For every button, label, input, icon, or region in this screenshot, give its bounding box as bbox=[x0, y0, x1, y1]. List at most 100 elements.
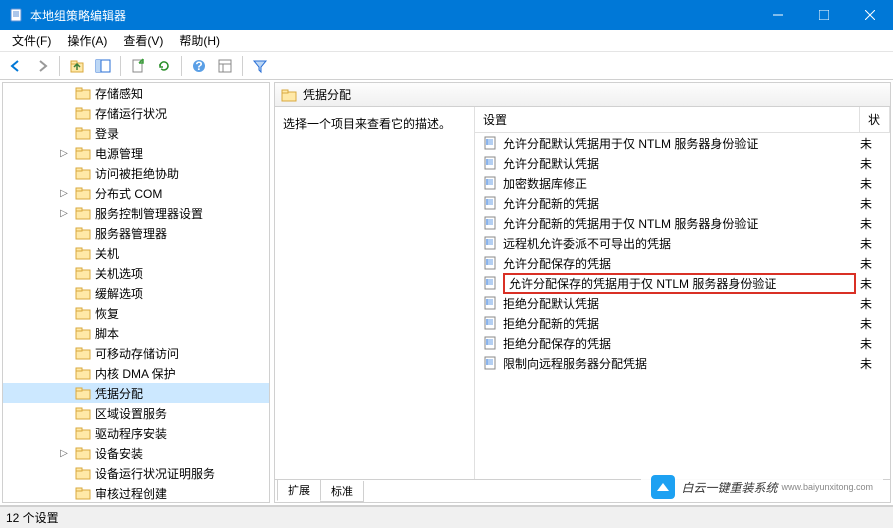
expander-icon[interactable] bbox=[57, 306, 71, 320]
expander-icon[interactable] bbox=[57, 466, 71, 480]
tree-item-label: 可移动存储访问 bbox=[95, 345, 179, 362]
list-header[interactable]: 设置 状 bbox=[475, 107, 890, 133]
expander-icon[interactable] bbox=[57, 266, 71, 280]
tree-item[interactable]: 设备运行状况证明服务 bbox=[3, 463, 269, 483]
expander-icon[interactable] bbox=[57, 426, 71, 440]
tree-item[interactable]: ▷服务控制管理器设置 bbox=[3, 203, 269, 223]
list-row[interactable]: 允许分配新的凭据未 bbox=[475, 193, 890, 213]
setting-name: 限制向远程服务器分配凭据 bbox=[503, 355, 860, 372]
expander-icon[interactable] bbox=[57, 86, 71, 100]
menu-action[interactable]: 操作(A) bbox=[59, 30, 115, 51]
setting-state: 未 bbox=[860, 155, 890, 172]
tree-item[interactable]: 凭据分配 bbox=[3, 383, 269, 403]
expander-icon[interactable] bbox=[57, 346, 71, 360]
tree-item[interactable]: 审核过程创建 bbox=[3, 483, 269, 503]
minimize-button[interactable] bbox=[755, 0, 801, 30]
folder-icon bbox=[75, 365, 91, 381]
status-text: 12 个设置 bbox=[6, 509, 59, 526]
expander-icon[interactable]: ▷ bbox=[57, 206, 71, 220]
expander-icon[interactable] bbox=[57, 386, 71, 400]
tree-item[interactable]: 关机 bbox=[3, 243, 269, 263]
expander-icon[interactable] bbox=[57, 226, 71, 240]
list-row[interactable]: 允许分配新的凭据用于仅 NTLM 服务器身份验证未 bbox=[475, 213, 890, 233]
tree-item[interactable]: 访问被拒绝协助 bbox=[3, 163, 269, 183]
list-row[interactable]: 远程机允许委派不可导出的凭据未 bbox=[475, 233, 890, 253]
back-button[interactable] bbox=[4, 54, 28, 78]
tree-item[interactable]: ▷电源管理 bbox=[3, 143, 269, 163]
tree-item[interactable]: 存储运行状况 bbox=[3, 103, 269, 123]
list-row[interactable]: 允许分配默认凭据未 bbox=[475, 153, 890, 173]
tree-item[interactable]: 驱动程序安装 bbox=[3, 423, 269, 443]
close-button[interactable] bbox=[847, 0, 893, 30]
column-setting[interactable]: 设置 bbox=[475, 107, 860, 132]
tree-pane[interactable]: 存储感知存储运行状况登录▷电源管理访问被拒绝协助▷分布式 COM▷服务控制管理器… bbox=[2, 82, 270, 503]
setting-name: 拒绝分配默认凭据 bbox=[503, 295, 860, 312]
tree-item[interactable]: 服务器管理器 bbox=[3, 223, 269, 243]
tree-item[interactable]: 内核 DMA 保护 bbox=[3, 363, 269, 383]
setting-name: 拒绝分配保存的凭据 bbox=[503, 335, 860, 352]
tree-item[interactable]: ▷分布式 COM bbox=[3, 183, 269, 203]
expander-icon[interactable]: ▷ bbox=[57, 446, 71, 460]
filter-button[interactable] bbox=[248, 54, 272, 78]
folder-icon bbox=[75, 345, 91, 361]
up-button[interactable] bbox=[65, 54, 89, 78]
menu-help[interactable]: 帮助(H) bbox=[171, 30, 228, 51]
expander-icon[interactable] bbox=[57, 326, 71, 340]
properties-button[interactable] bbox=[213, 54, 237, 78]
tree-item[interactable]: ▷设备安装 bbox=[3, 443, 269, 463]
list-row[interactable]: 拒绝分配保存的凭据未 bbox=[475, 333, 890, 353]
help-button[interactable]: ? bbox=[187, 54, 211, 78]
list-row[interactable]: 允许分配保存的凭据未 bbox=[475, 253, 890, 273]
toolbar-separator bbox=[120, 56, 121, 76]
tree-item[interactable]: 可移动存储访问 bbox=[3, 343, 269, 363]
expander-icon[interactable] bbox=[57, 106, 71, 120]
expander-icon[interactable] bbox=[57, 126, 71, 140]
expander-icon[interactable]: ▷ bbox=[57, 146, 71, 160]
list-row[interactable]: 允许分配默认凭据用于仅 NTLM 服务器身份验证未 bbox=[475, 133, 890, 153]
list-row[interactable]: 加密数据库修正未 bbox=[475, 173, 890, 193]
list-row[interactable]: 拒绝分配默认凭据未 bbox=[475, 293, 890, 313]
list-row[interactable]: 拒绝分配新的凭据未 bbox=[475, 313, 890, 333]
folder-icon bbox=[75, 145, 91, 161]
tree-item[interactable]: 恢复 bbox=[3, 303, 269, 323]
tree-item[interactable]: 关机选项 bbox=[3, 263, 269, 283]
expander-icon[interactable] bbox=[57, 286, 71, 300]
expander-icon[interactable] bbox=[57, 406, 71, 420]
refresh-button[interactable] bbox=[152, 54, 176, 78]
setting-name: 允许分配新的凭据用于仅 NTLM 服务器身份验证 bbox=[503, 215, 860, 232]
tree-item[interactable]: 缓解选项 bbox=[3, 283, 269, 303]
expander-icon[interactable] bbox=[57, 486, 71, 500]
export-button[interactable] bbox=[126, 54, 150, 78]
expander-icon[interactable]: ▷ bbox=[57, 186, 71, 200]
tree-item[interactable]: 脚本 bbox=[3, 323, 269, 343]
tree-item-label: 关机选项 bbox=[95, 265, 143, 282]
folder-icon bbox=[75, 305, 91, 321]
expander-icon[interactable] bbox=[57, 366, 71, 380]
setting-state: 未 bbox=[860, 135, 890, 152]
maximize-button[interactable] bbox=[801, 0, 847, 30]
policy-icon bbox=[483, 156, 497, 170]
show-hide-tree-button[interactable] bbox=[91, 54, 115, 78]
folder-icon bbox=[75, 205, 91, 221]
list-row[interactable]: 允许分配保存的凭据用于仅 NTLM 服务器身份验证未 bbox=[475, 273, 890, 293]
toolbar: ? bbox=[0, 52, 893, 80]
menu-view[interactable]: 查看(V) bbox=[115, 30, 171, 51]
tree-item-label: 恢复 bbox=[95, 305, 119, 322]
description-text: 选择一个项目来查看它的描述。 bbox=[283, 115, 466, 132]
setting-state: 未 bbox=[860, 235, 890, 252]
tab-extended[interactable]: 扩展 bbox=[277, 480, 321, 501]
tree-item[interactable]: 登录 bbox=[3, 123, 269, 143]
list-rows: 允许分配默认凭据用于仅 NTLM 服务器身份验证未允许分配默认凭据未加密数据库修… bbox=[475, 133, 890, 479]
list-row[interactable]: 限制向远程服务器分配凭据未 bbox=[475, 353, 890, 373]
column-state[interactable]: 状 bbox=[860, 107, 890, 132]
expander-icon[interactable] bbox=[57, 166, 71, 180]
tab-standard[interactable]: 标准 bbox=[320, 481, 364, 502]
forward-button[interactable] bbox=[30, 54, 54, 78]
tree-item-label: 内核 DMA 保护 bbox=[95, 365, 176, 382]
menu-file[interactable]: 文件(F) bbox=[4, 30, 59, 51]
tree-item[interactable]: 区域设置服务 bbox=[3, 403, 269, 423]
details-title: 凭据分配 bbox=[303, 86, 351, 103]
tree-item[interactable]: 存储感知 bbox=[3, 83, 269, 103]
details-pane: 凭据分配 选择一个项目来查看它的描述。 设置 状 允许分配默认凭据用于仅 NTL… bbox=[274, 82, 891, 503]
expander-icon[interactable] bbox=[57, 246, 71, 260]
